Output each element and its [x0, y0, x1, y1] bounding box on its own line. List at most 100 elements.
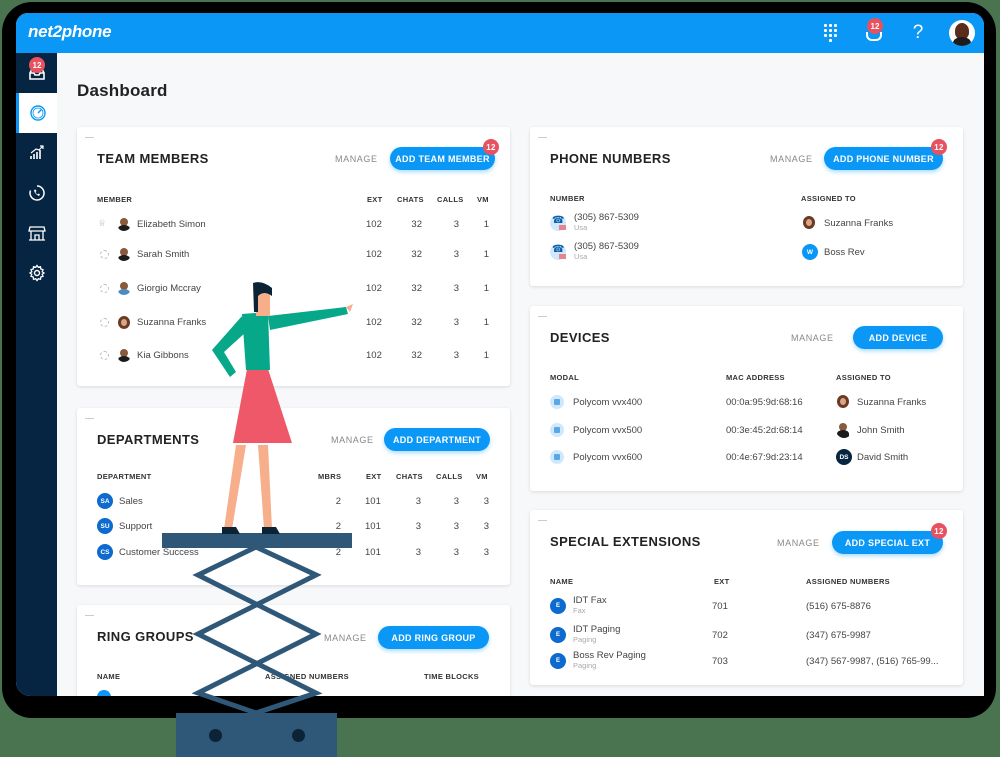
department-calls: 3 — [453, 547, 459, 558]
column-header: NUMBER — [550, 194, 585, 203]
notifications-badge: 12 — [867, 18, 883, 34]
avatar — [117, 348, 131, 362]
phone-history-icon — [28, 185, 45, 201]
member-calls: 3 — [453, 219, 459, 230]
add-team-member-button[interactable]: ADD TEAM MEMBER 12 — [390, 139, 499, 170]
member-calls: 3 — [453, 283, 459, 294]
avatar — [117, 217, 131, 231]
card-collapse-handle[interactable] — [538, 520, 547, 521]
manage-link[interactable]: MANAGE — [324, 633, 367, 643]
column-header: EXT — [367, 195, 383, 204]
button-badge: 12 — [931, 523, 947, 539]
member-calls: 3 — [453, 317, 459, 328]
status-icon — [100, 250, 109, 259]
lift-base — [176, 713, 337, 757]
member-ext: 102 — [366, 249, 382, 260]
button-label: ADD RING GROUP — [391, 632, 476, 643]
devices-card: DEVICES MANAGE ADD DEVICE MODAL MAC ADDR… — [530, 306, 963, 491]
member-vm: 1 — [483, 249, 489, 260]
phone-country: Usa — [574, 252, 588, 261]
column-header: CHATS — [396, 472, 423, 481]
app-logo[interactable]: net2phone — [28, 22, 112, 42]
card-collapse-handle[interactable] — [538, 316, 547, 317]
manage-link[interactable]: MANAGE — [335, 154, 378, 164]
dialpad-button[interactable] — [808, 13, 852, 53]
extension-icon: E — [550, 653, 566, 669]
member-vm: 1 — [483, 350, 489, 361]
extension-icon: E — [550, 598, 566, 614]
assigned-to: Suzanna Franks — [824, 218, 894, 229]
avatar — [802, 215, 818, 231]
card-collapse-handle[interactable] — [85, 615, 94, 616]
gear-icon — [28, 264, 45, 282]
column-header: MODAL — [550, 373, 579, 382]
department-vm: 3 — [483, 547, 489, 558]
card-collapse-handle[interactable] — [85, 418, 94, 419]
button-label: ADD DEVICE — [868, 332, 928, 343]
user-menu-button[interactable] — [940, 13, 984, 53]
member-name: Kia Gibbons — [137, 350, 189, 361]
column-header: ASSIGNED TO — [801, 194, 856, 203]
button-label: ADD PHONE NUMBER — [833, 153, 934, 164]
manage-link[interactable]: MANAGE — [770, 154, 813, 164]
member-chats: 32 — [411, 249, 422, 260]
member-chats: 32 — [411, 219, 422, 230]
sidebar-item-dashboard[interactable] — [16, 93, 57, 133]
card-collapse-handle[interactable] — [538, 137, 547, 138]
help-button[interactable]: ? — [896, 13, 940, 53]
extension-type: Paging — [573, 661, 597, 670]
extension-numbers: (516) 675-8876 — [806, 601, 871, 612]
device-icon — [550, 423, 564, 437]
avatar: W — [802, 244, 818, 260]
department-avatar: SU — [97, 518, 113, 534]
column-header: CALLS — [436, 472, 463, 481]
member-ext: 102 — [366, 283, 382, 294]
assigned-to: Suzanna Franks — [857, 397, 927, 408]
add-ring-group-button[interactable]: ADD RING GROUP — [378, 626, 489, 649]
department-calls: 3 — [453, 496, 459, 507]
member-ext: 102 — [366, 350, 382, 361]
manage-link[interactable]: MANAGE — [331, 435, 374, 445]
column-header: MEMBER — [97, 195, 133, 204]
column-header: ASSIGNED TO — [836, 373, 891, 382]
card-title: DEPARTMENTS — [97, 432, 200, 447]
extension-name: Boss Rev Paging — [573, 650, 646, 661]
add-department-button[interactable]: ADD DEPARTMENT — [384, 428, 490, 451]
sidebar-item-calls[interactable] — [16, 173, 57, 213]
sidebar-item-settings[interactable] — [16, 253, 57, 293]
add-special-ext-button[interactable]: ADD SPECIAL EXT 12 — [832, 523, 947, 554]
manage-link[interactable]: MANAGE — [777, 538, 820, 548]
member-vm: 1 — [483, 317, 489, 328]
column-header: EXT — [366, 472, 382, 481]
phone-number: (305) 867-5309 — [574, 241, 639, 252]
member-ext: 102 — [366, 219, 382, 230]
extension-type: Paging — [573, 635, 597, 644]
extension-numbers: (347) 675-9987 — [806, 630, 871, 641]
notifications-button[interactable]: 12 — [852, 13, 896, 53]
column-header: VM — [477, 195, 489, 204]
sidebar-item-store[interactable] — [16, 213, 57, 253]
add-phone-number-button[interactable]: ADD PHONE NUMBER 12 — [824, 139, 947, 170]
department-mbrs: 2 — [335, 521, 341, 532]
extension-icon: E — [550, 627, 566, 643]
extension-ext: 701 — [712, 601, 728, 612]
sidebar-item-inbox[interactable]: 12 — [16, 53, 57, 93]
user-avatar — [949, 20, 975, 46]
device-icon — [550, 450, 564, 464]
chart-icon — [29, 145, 44, 159]
avatar — [836, 394, 852, 410]
department-vm: 3 — [483, 521, 489, 532]
avatar: DS — [836, 449, 852, 465]
button-label: ADD DEPARTMENT — [392, 434, 482, 445]
help-icon: ? — [912, 22, 924, 43]
department-mbrs: 2 — [335, 496, 341, 507]
department-calls: 3 — [453, 521, 459, 532]
add-device-button[interactable]: ADD DEVICE — [853, 326, 943, 349]
card-title: TEAM MEMBERS — [97, 151, 209, 166]
manage-link[interactable]: MANAGE — [791, 333, 834, 343]
card-collapse-handle[interactable] — [85, 137, 94, 138]
sidebar-item-analytics[interactable] — [16, 133, 57, 173]
member-ext: 102 — [366, 317, 382, 328]
device-mac: 00:0a:95:9d:68:16 — [726, 397, 803, 408]
gauge-icon — [30, 105, 46, 121]
